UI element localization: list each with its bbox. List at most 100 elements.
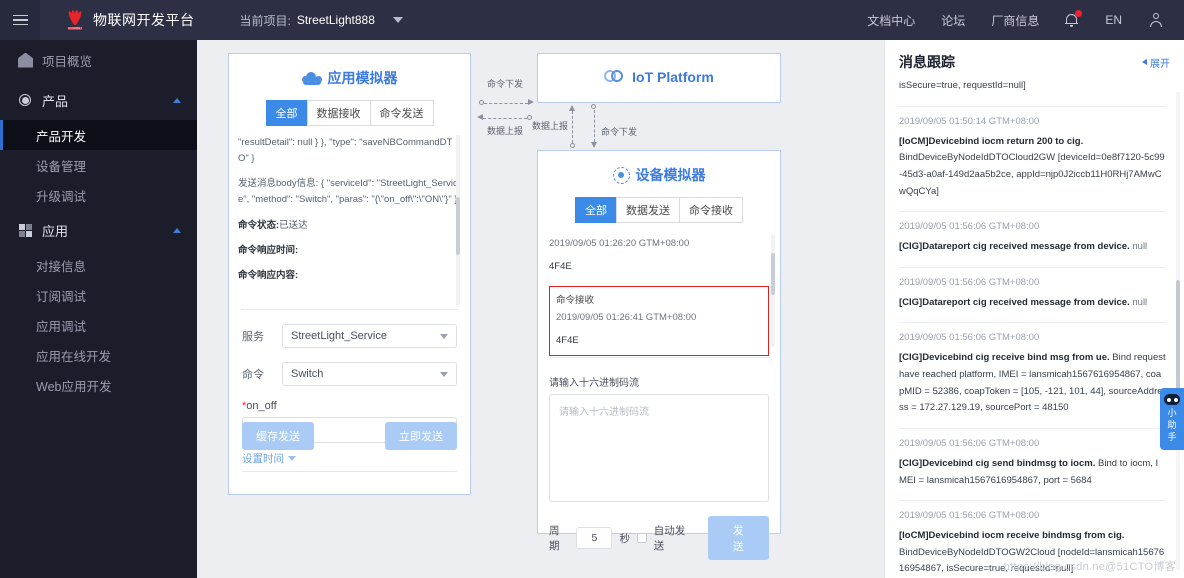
trace-message-bold: [IoCM]Devicebind iocm receive bindmsg fr…	[899, 530, 1125, 542]
auto-send-checkbox[interactable]	[636, 533, 647, 543]
trace-message-bold: [CIG]Devicebind cig send bindmsg to iocm…	[899, 457, 1096, 469]
link-vendor-info[interactable]: 厂商信息	[991, 12, 1039, 29]
project-selector[interactable]: 当前项目: StreetLight888	[240, 12, 403, 29]
log-timestamp: 2019/09/05 01:26:20 GTM+08:00	[549, 238, 690, 249]
chevron-down-icon[interactable]	[392, 17, 403, 23]
list-item: 2019/09/05 01:56:06 GTM+08:00 [CIG]Devic…	[899, 429, 1166, 502]
robot-icon	[1164, 394, 1180, 405]
sidebar: 项目概览 产品 产品开发 设备管理 升级调试 应用 对接信息 订阅调试 应用调试…	[0, 40, 197, 578]
trace-message-bold: [IoCM]Devicebind iocm return 200 to cig.	[899, 135, 1084, 147]
sidebar-item-integration-info[interactable]: 对接信息	[0, 250, 197, 280]
sidebar-group-product[interactable]: 产品	[0, 80, 197, 120]
trace-timestamp: 2019/09/05 01:50:14 GTM+08:00	[899, 115, 1040, 127]
service-value: StreetLight_Service	[291, 330, 387, 342]
device-simulator-log[interactable]: 2019/09/05 01:26:20 GTM+08:00 4F4E 命令接收 …	[549, 235, 775, 357]
application-simulator-log[interactable]: "resultDetail": null } }, "type": "saveN…	[238, 135, 461, 305]
log-value: 4F4E	[549, 261, 572, 273]
product-icon	[18, 93, 33, 108]
huawei-logo-icon: HUAWEI	[64, 9, 86, 31]
sidebar-item-upgrade-debug[interactable]: 升级调试	[0, 180, 197, 210]
iot-platform-card: IoT Platform	[537, 53, 781, 103]
service-select[interactable]: StreetLight_Service	[282, 324, 457, 348]
diagram-label-command-down: 命令下发	[487, 79, 524, 89]
set-time-toggle[interactable]: 设置时间	[242, 451, 296, 466]
sidebar-item-app-debug[interactable]: 应用调试	[0, 310, 197, 340]
cache-send-button[interactable]: 缓存发送	[242, 422, 314, 450]
app-icon	[18, 223, 33, 238]
assistant-widget[interactable]: 小 助 手	[1160, 388, 1184, 450]
trace-timestamp: 2019/09/05 01:56:06 GTM+08:00	[899, 332, 1040, 344]
iot-icon	[604, 70, 626, 84]
log-title: 命令接收	[556, 295, 595, 307]
second-label: 秒	[619, 532, 630, 545]
hex-input-textarea[interactable]: 请输入十六进制码流	[549, 394, 769, 502]
trace-message-bold: [CIG]Devicebind cig receive bind msg fro…	[899, 352, 1110, 364]
chevron-up-icon[interactable]	[173, 97, 181, 103]
log-value: 4F4E	[556, 335, 579, 347]
arrow-right-icon	[528, 99, 534, 105]
dashed-line	[572, 111, 573, 143]
list-item: isSecure=true, requestId=null]	[899, 78, 1166, 107]
chevron-up-icon[interactable]	[173, 227, 181, 233]
tab-command-receive[interactable]: 命令接收	[679, 197, 743, 223]
panel-title: 消息跟踪	[899, 54, 955, 70]
title-text: 应用模拟器	[327, 70, 398, 86]
action-buttons: 缓存发送 立即发送	[242, 422, 457, 450]
send-button[interactable]: 发送	[707, 516, 769, 560]
chevron-left-icon	[1142, 59, 1147, 65]
line-endpoint	[479, 100, 484, 105]
hex-input-label: 请输入十六进制码流	[549, 378, 639, 389]
message-trace-header: 消息跟踪 展开	[885, 40, 1184, 78]
log-scrollbar-thumb[interactable]	[771, 253, 775, 295]
arrow-up-icon	[569, 105, 575, 111]
title-text: IoT Platform	[632, 69, 714, 85]
top-right-links: 文档中心 论坛 厂商信息 EN	[867, 10, 1184, 29]
bell-icon[interactable]	[1065, 10, 1083, 28]
message-trace-list[interactable]: isSecure=true, requestId=null] 2019/09/0…	[885, 78, 1184, 578]
line-endpoint	[570, 143, 575, 148]
link-forum[interactable]: 论坛	[941, 12, 965, 29]
language-switch[interactable]: EN	[1105, 13, 1122, 27]
sidebar-group-app[interactable]: 应用	[0, 210, 197, 250]
sidebar-item-label: 项目概览	[42, 54, 93, 69]
panel-scrollbar-thumb[interactable]	[1176, 280, 1180, 400]
device-simulator-tabs: 全部 数据发送 命令接收	[538, 197, 780, 223]
chevron-down-icon	[440, 371, 448, 377]
sidebar-group-label: 应用	[42, 223, 69, 239]
tab-data-send[interactable]: 数据发送	[616, 197, 679, 223]
tab-command-send[interactable]: 命令发送	[369, 100, 434, 126]
command-status-label: 命令状态:	[238, 219, 280, 231]
diagram-label-command-down-2: 命令下发	[601, 127, 638, 137]
device-simulator-card: 设备模拟器 全部 数据发送 命令接收 2019/09/05 01:26:20 G…	[537, 150, 781, 560]
expand-toggle[interactable]: 展开	[1142, 55, 1170, 70]
log-scrollbar-thumb[interactable]	[456, 197, 460, 255]
period-input[interactable]: 5	[576, 527, 613, 549]
sidebar-item-label: 应用调试	[36, 319, 87, 334]
link-doc-center[interactable]: 文档中心	[867, 12, 915, 29]
top-bar: HUAWEI 物联网开发平台 当前项目: StreetLight888 文档中心…	[0, 0, 1184, 40]
sidebar-item-product-dev[interactable]: 产品开发	[0, 120, 197, 150]
sidebar-item-subscription-debug[interactable]: 订阅调试	[0, 280, 197, 310]
hamburger-icon[interactable]	[0, 0, 40, 40]
sidebar-item-label: 对接信息	[36, 259, 87, 274]
tab-all[interactable]: 全部	[265, 100, 307, 126]
sidebar-group-label: 产品	[42, 93, 69, 109]
param-label-text: on_off	[246, 400, 277, 412]
user-icon[interactable]	[1148, 12, 1164, 28]
sidebar-item-web-app-dev[interactable]: Web应用开发	[0, 370, 197, 400]
service-row: 服务 StreetLight_Service	[242, 324, 457, 348]
sidebar-item-app-online-dev[interactable]: 应用在线开发	[0, 340, 197, 370]
tab-data-receive[interactable]: 数据接收	[306, 100, 370, 126]
device-simulator-title: 设备模拟器	[538, 151, 780, 185]
command-select[interactable]: Switch	[282, 362, 457, 386]
sidebar-item-overview[interactable]: 项目概览	[0, 40, 197, 80]
sidebar-item-device-mgmt[interactable]: 设备管理	[0, 150, 197, 180]
send-now-button[interactable]: 立即发送	[385, 422, 457, 450]
period-label: 周期	[549, 525, 560, 552]
command-status-value: 已送达	[279, 219, 308, 231]
sidebar-item-label: 升级调试	[36, 189, 87, 204]
auto-send-label: 自动发送	[653, 525, 686, 552]
command-response-time-label: 命令响应时间:	[238, 244, 299, 256]
application-simulator-tabs: 全部 数据接收 命令发送	[229, 100, 470, 126]
tab-all[interactable]: 全部	[575, 197, 616, 223]
